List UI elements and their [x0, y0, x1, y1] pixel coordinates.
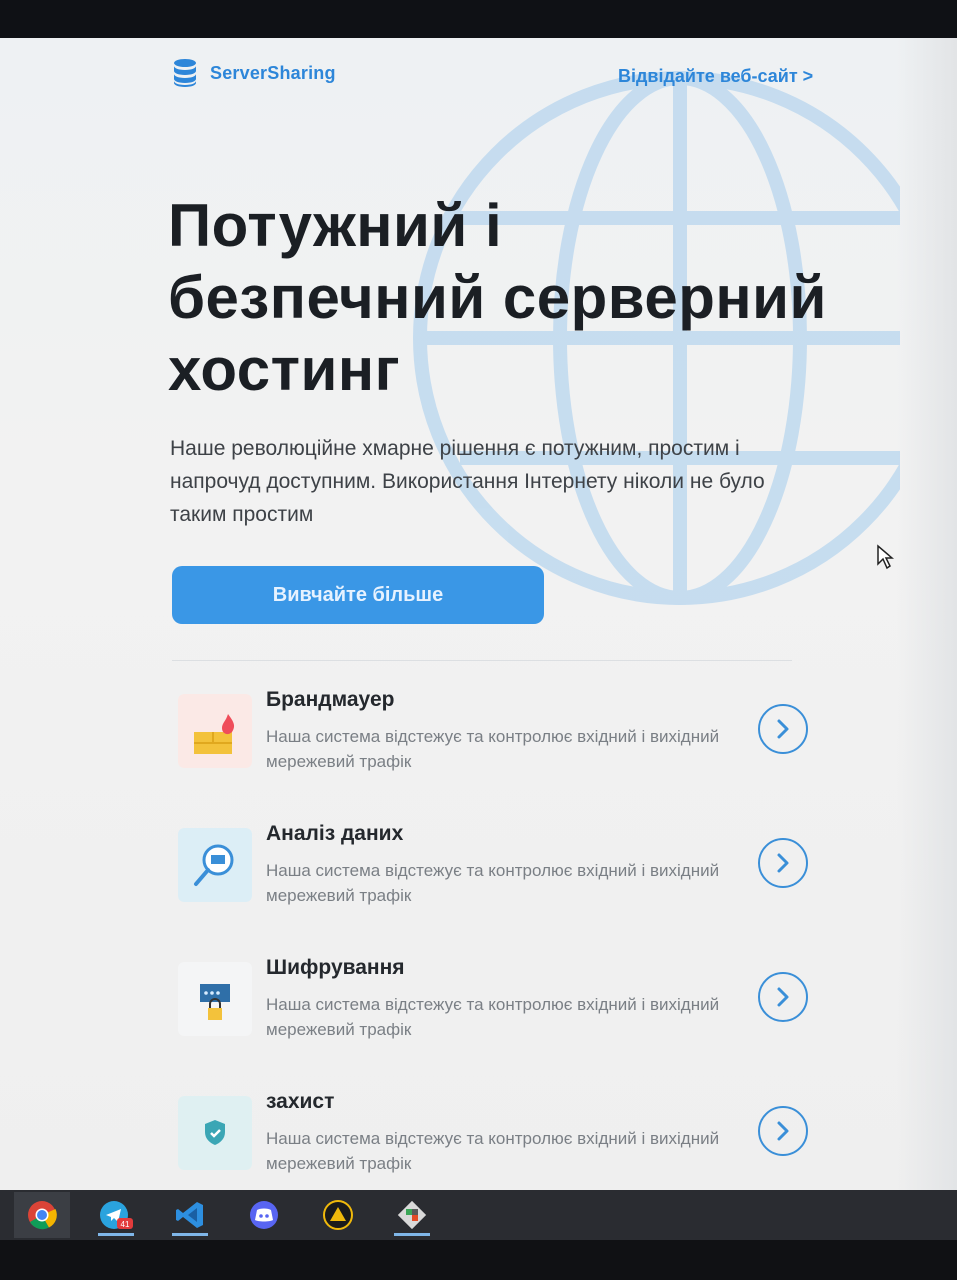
taskbar-chrome[interactable] — [14, 1192, 70, 1238]
divider — [172, 660, 792, 661]
feature-description: Наша система відстежує та контролює вхід… — [266, 995, 720, 1039]
hero-title-line: безпечний серверний — [168, 264, 827, 331]
feature-description: Наша система відстежує та контролює вхід… — [266, 861, 720, 905]
monitor-bottom-bezel — [0, 1240, 957, 1280]
chevron-right-icon — [777, 987, 789, 1007]
telegram-icon: 41 — [100, 1201, 133, 1229]
feature-item-protection[interactable]: захист Наша система відстежує та контрол… — [172, 1090, 817, 1190]
taskbar-telegram[interactable]: 41 — [88, 1192, 144, 1238]
firewall-icon — [178, 694, 252, 768]
feature-arrow-button[interactable] — [758, 704, 808, 754]
browser-viewport: ServerSharing Відвідайте веб-сайт > Поту… — [0, 38, 957, 1190]
vscode-icon — [176, 1202, 203, 1228]
feature-item-firewall[interactable]: Брандмауер Наша система відстежує та кон… — [172, 688, 817, 788]
feature-description: Наша система відстежує та контролює вхід… — [266, 727, 720, 771]
chevron-right-icon — [777, 1121, 789, 1141]
feature-description: Наша система відстежує та контролює вхід… — [266, 1129, 720, 1173]
feature-title: Брандмауер — [266, 688, 395, 711]
chrome-icon — [28, 1201, 57, 1230]
app-git-icon — [397, 1200, 427, 1230]
taskbar-active-indicator — [394, 1233, 430, 1236]
taskbar-vscode[interactable] — [162, 1192, 218, 1238]
taskbar-active-indicator — [98, 1233, 134, 1236]
feature-title: Шифрування — [266, 956, 405, 979]
taskbar: 41 — [0, 1190, 957, 1240]
right-shade — [897, 38, 957, 1190]
database-icon — [174, 59, 196, 87]
feature-item-encryption[interactable]: Шифрування Наша система відстежує та кон… — [172, 956, 817, 1056]
app-triangle-icon — [323, 1200, 353, 1230]
chevron-right-icon — [777, 719, 789, 739]
feature-arrow-button[interactable] — [758, 838, 808, 888]
feature-item-data-analysis[interactable]: Аналіз даних Наша система відстежує та к… — [172, 822, 817, 922]
mouse-cursor-icon — [877, 544, 894, 570]
feature-arrow-button[interactable] — [758, 1106, 808, 1156]
brand-logo[interactable]: ServerSharing — [172, 58, 336, 88]
data-analysis-icon — [178, 828, 252, 902]
telegram-badge: 41 — [121, 1220, 130, 1229]
monitor-top-bezel — [0, 0, 957, 40]
visit-website-link[interactable]: Відвідайте веб-сайт > — [618, 66, 813, 87]
shield-icon — [178, 1096, 252, 1170]
feature-arrow-button[interactable] — [758, 972, 808, 1022]
learn-more-button[interactable]: Вивчайте більше — [172, 566, 544, 624]
encryption-icon — [178, 962, 252, 1036]
taskbar-discord[interactable] — [236, 1192, 292, 1238]
taskbar-app-triangle[interactable] — [310, 1192, 366, 1238]
hero-title: Потужний і безпечний серверний хостинг — [168, 190, 848, 406]
chevron-right-icon — [777, 853, 789, 873]
feature-title: захист — [266, 1090, 335, 1113]
hero-description: Наше революційне хмарне рішення є потужн… — [170, 437, 765, 526]
hero-title-line: хостинг — [168, 336, 401, 403]
taskbar-app-git[interactable] — [384, 1192, 440, 1238]
brand-name: ServerSharing — [210, 62, 336, 83]
taskbar-active-indicator — [172, 1233, 208, 1236]
hero-title-line: Потужний і — [168, 192, 503, 259]
feature-title: Аналіз даних — [266, 822, 404, 845]
discord-icon — [250, 1201, 278, 1229]
